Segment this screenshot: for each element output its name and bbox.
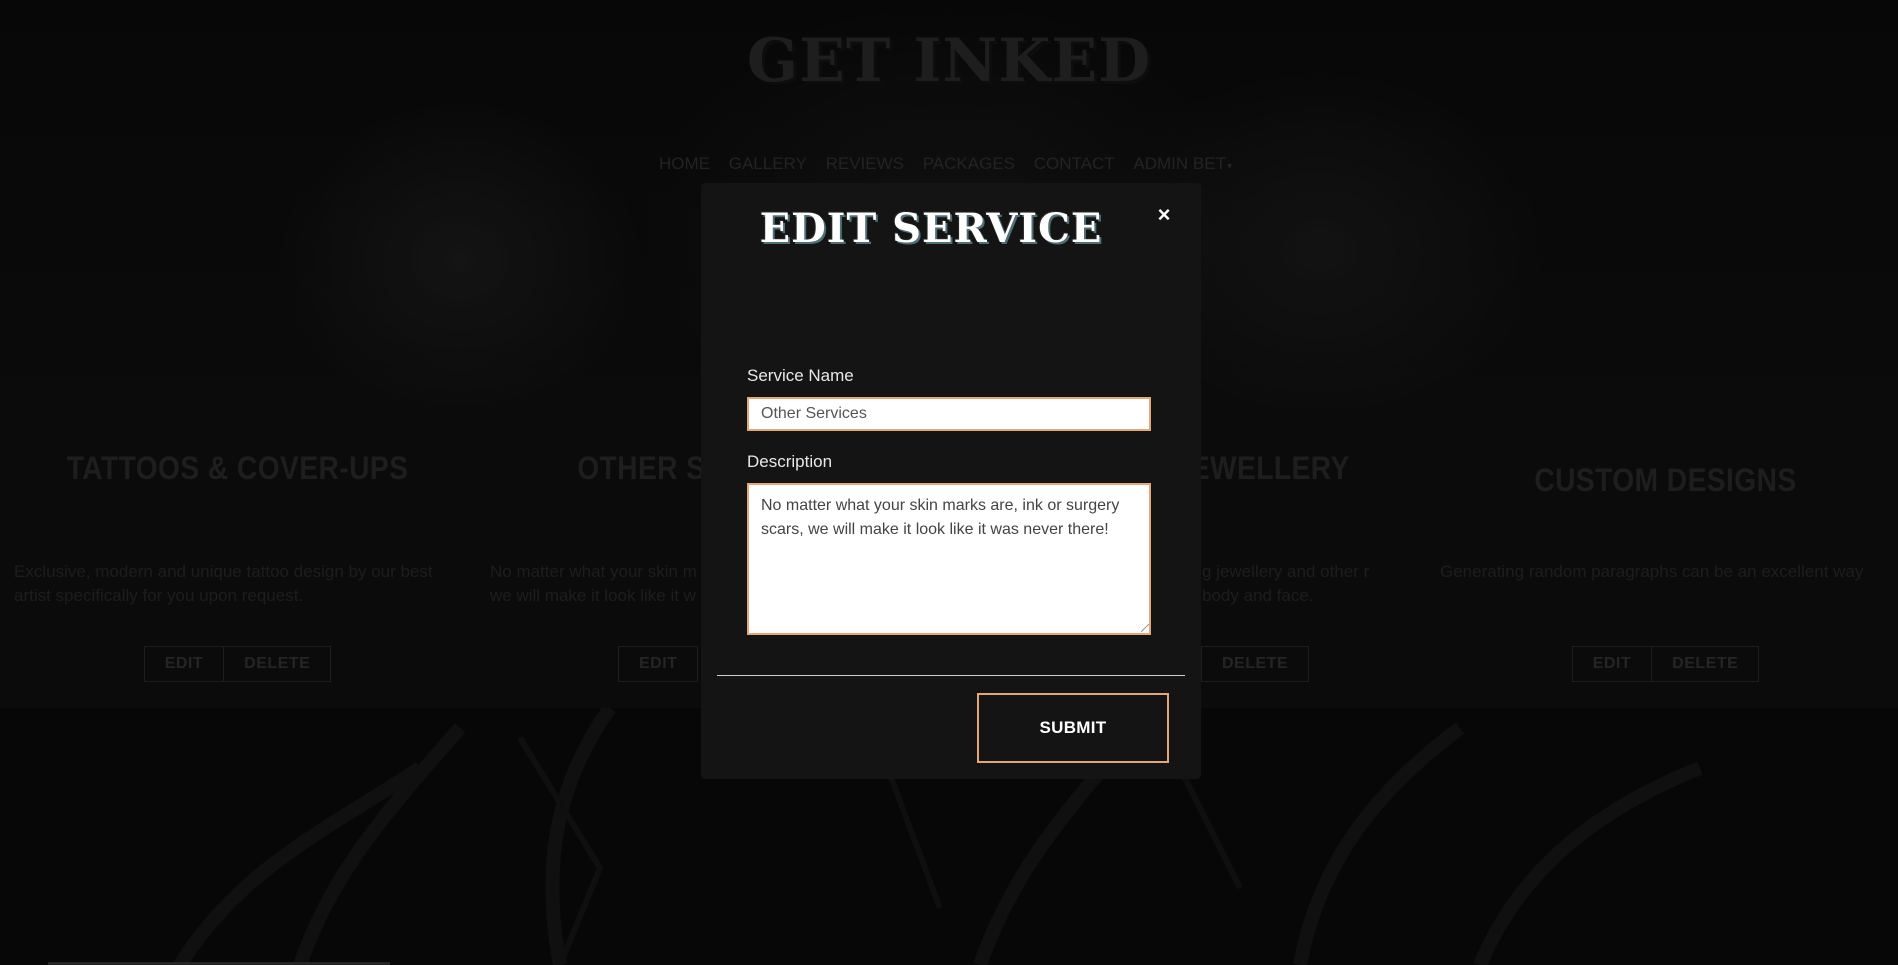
modal-title: EDIT SERVICE [759, 205, 1103, 252]
service-name-label: Service Name [747, 366, 854, 385]
resize-handle-icon[interactable] [1141, 624, 1149, 632]
submit-button[interactable]: SUBMIT [977, 693, 1169, 763]
modal-divider [717, 675, 1185, 676]
close-icon[interactable]: × [1154, 204, 1174, 226]
description-textarea[interactable]: No matter what your skin marks are, ink … [747, 483, 1151, 635]
service-name-input[interactable] [747, 397, 1151, 431]
description-label: Description [747, 452, 833, 471]
edit-service-modal: EDIT SERVICE × Service Name Description … [701, 183, 1201, 779]
